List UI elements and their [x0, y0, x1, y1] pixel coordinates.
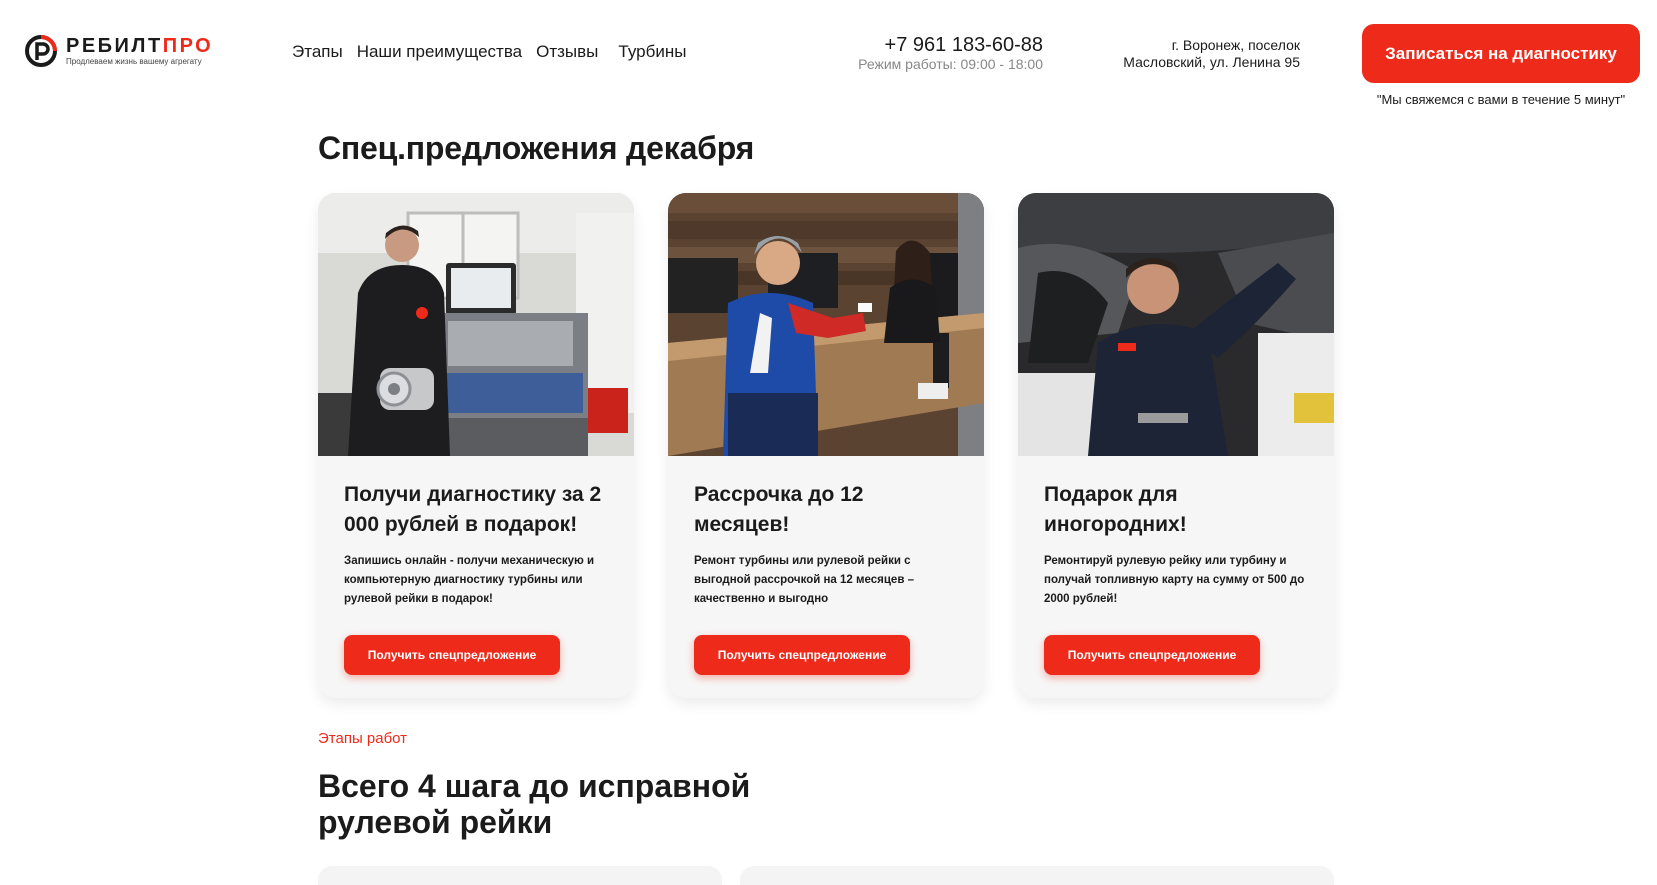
main-nav: Этапы Наши преимущества Отзывы Турбины — [292, 42, 700, 62]
offer-photo-mechanic-under-car — [1018, 193, 1334, 456]
logo[interactable]: РЕБИЛТПРО Продлеваем жизнь вашему агрега… — [24, 34, 213, 68]
stages-title: Всего 4 шага до исправной рулевой рейки — [318, 768, 751, 840]
step-card — [318, 866, 722, 885]
offer-card-title: Подарок для иногородних! — [1044, 483, 1187, 536]
phone-link[interactable]: +7 961 183-60-88 — [858, 34, 1043, 56]
nav-item-turbines[interactable]: Турбины — [618, 42, 686, 62]
offer-card: Получи диагностику за 2 000 рублей в под… — [318, 193, 634, 698]
step-card — [740, 866, 1334, 885]
offer-card-text: Ремонтируй рулевую рейку или турбину и п… — [1044, 555, 1305, 605]
get-offer-button[interactable]: Получить спецпредложение — [1044, 635, 1260, 675]
nav-item-advantages[interactable]: Наши преимущества — [357, 42, 522, 62]
book-diagnostics-button[interactable]: Записаться на диагностику — [1362, 24, 1640, 83]
nav-item-stages[interactable]: Этапы — [292, 42, 343, 62]
get-offer-button[interactable]: Получить спецпредложение — [344, 635, 560, 675]
site-header: РЕБИЛТПРО Продлеваем жизнь вашему агрега… — [0, 0, 1657, 110]
logo-tagline: Продлеваем жизнь вашему агрегату — [66, 57, 202, 66]
logo-name: РЕБИЛТПРО — [66, 35, 213, 57]
offers-cards: Получи диагностику за 2 000 рублей в под… — [318, 193, 1334, 698]
logo-icon — [24, 34, 58, 68]
offer-card-title: Рассрочка до 12 месяцев! — [694, 483, 864, 536]
offer-card-text: Ремонт турбины или рулевой рейки с выгод… — [694, 555, 914, 605]
cta-note: "Мы свяжемся с вами в течение 5 минут" — [1376, 92, 1626, 107]
offer-card-title: Получи диагностику за 2 000 рублей в под… — [344, 483, 602, 536]
offer-card: Подарок для иногородних! Ремонтируй руле… — [1018, 193, 1334, 698]
address-line-2: Масловский, ул. Ленина 95 — [1123, 54, 1300, 70]
nav-item-reviews[interactable]: Отзывы — [536, 42, 598, 62]
contact-phone-block: +7 961 183-60-88 Режим работы: 09:00 - 1… — [858, 34, 1043, 72]
offer-photo-mechanic-with-turbine — [318, 193, 634, 456]
get-offer-button[interactable]: Получить спецпредложение — [694, 635, 910, 675]
logo-name-part2: ПРО — [162, 35, 214, 57]
working-hours: Режим работы: 09:00 - 18:00 — [858, 56, 1043, 72]
logo-name-part1: РЕБИЛТ — [66, 35, 163, 57]
address: г. Воронеж, поселок Масловский, ул. Лени… — [1100, 37, 1300, 71]
offers-title: Спец.предложения декабря — [318, 130, 755, 166]
address-line-1: г. Воронеж, поселок — [1171, 37, 1300, 53]
offer-photo-client-consultation — [668, 193, 984, 456]
offer-card-text: Запишись онлайн - получи механическую и … — [344, 555, 595, 605]
offer-card: Рассрочка до 12 месяцев! Ремонт турбины … — [668, 193, 984, 698]
stages-label: Этапы работ — [318, 730, 408, 747]
